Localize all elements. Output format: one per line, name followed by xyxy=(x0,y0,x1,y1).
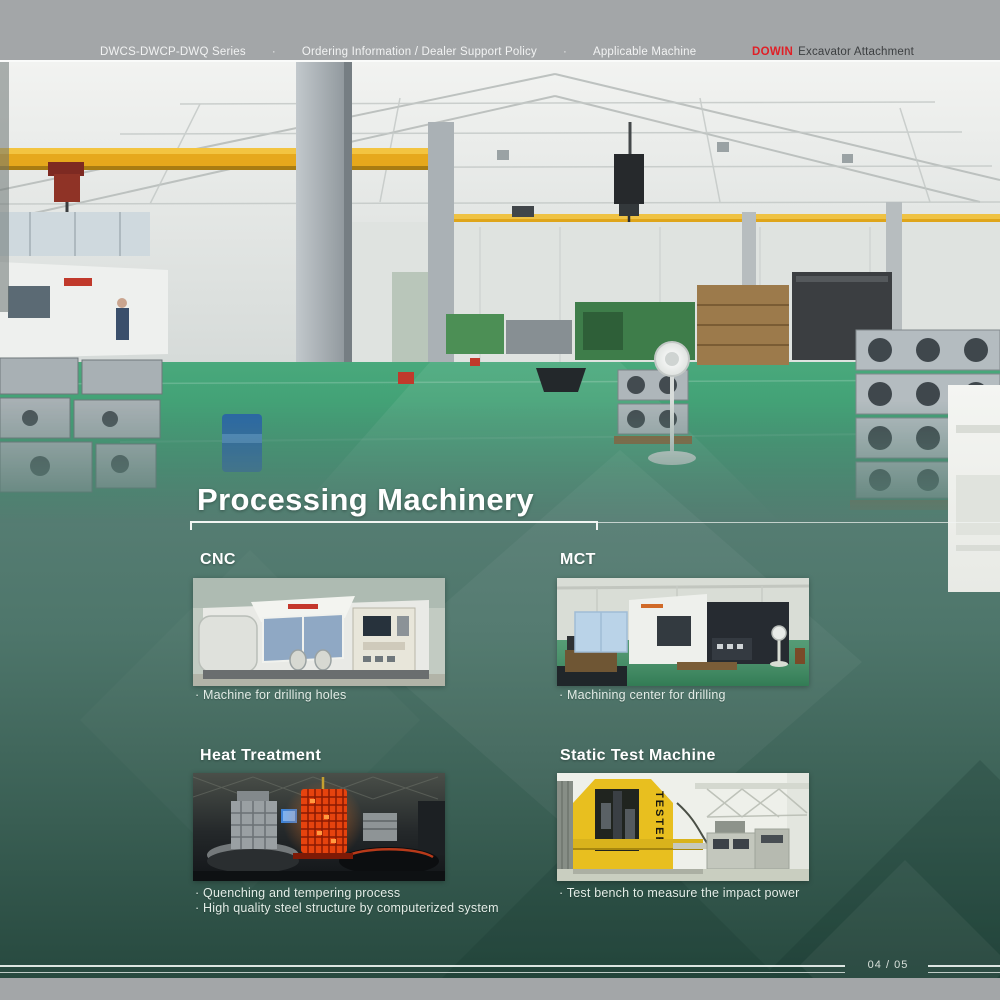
section-label-static-test: Static Test Machine xyxy=(560,747,716,765)
nav-item-machine: Applicable Machine xyxy=(593,46,696,58)
heat-treatment-caption-line2: · High quality steel structure by comput… xyxy=(195,901,499,916)
factory-photo xyxy=(0,62,1000,532)
right-panel-detail xyxy=(956,475,1000,535)
mct-photo-graphic xyxy=(557,578,809,686)
heat-treatment-caption: · Quenching and tempering process · High… xyxy=(195,886,499,916)
right-panel-graphic xyxy=(948,385,1000,592)
cnc-caption: · Machine for drilling holes xyxy=(195,688,347,703)
title-underline-tick xyxy=(190,521,192,530)
static-test-photo-graphic: TESTER xyxy=(557,773,809,881)
heat-treatment-photo-graphic xyxy=(193,773,445,881)
header-divider xyxy=(0,60,1000,62)
static-test-photo: TESTER xyxy=(557,773,809,881)
title-underline-extension xyxy=(598,522,1000,523)
right-panel-detail xyxy=(956,545,1000,551)
section-label-cnc: CNC xyxy=(200,551,236,569)
cnc-photo xyxy=(193,578,445,686)
brand-name: DOWIN xyxy=(752,46,793,58)
brand-lockup: DOWIN Excavator Attachment xyxy=(752,46,914,58)
footer-rule-right xyxy=(928,965,1000,973)
brochure-page: DWCS-DWCP-DWQ Series · Ordering Informat… xyxy=(0,0,1000,1000)
mct-photo xyxy=(557,578,809,686)
right-panel-detail xyxy=(956,425,1000,433)
section-label-heat-treatment: Heat Treatment xyxy=(200,747,321,765)
mct-caption: · Machining center for drilling xyxy=(559,688,726,703)
nav-separator: · xyxy=(563,46,567,58)
title-underline xyxy=(190,521,598,523)
nav-item-ordering: Ordering Information / Dealer Support Po… xyxy=(302,46,537,58)
header-nav: DWCS-DWCP-DWQ Series · Ordering Informat… xyxy=(100,44,914,60)
page-number: 04 / 05 xyxy=(850,959,926,971)
nav-separator: · xyxy=(272,46,276,58)
page-title: Processing Machinery xyxy=(197,482,534,518)
tester-lettering: TESTER xyxy=(653,791,665,846)
static-test-caption: · Test bench to measure the impact power xyxy=(559,886,800,901)
brand-suffix: Excavator Attachment xyxy=(798,46,914,58)
cnc-photo-graphic xyxy=(193,578,445,686)
heat-treatment-photo xyxy=(193,773,445,881)
nav-item-series: DWCS-DWCP-DWQ Series xyxy=(100,46,246,58)
footer-rule-left xyxy=(0,965,845,973)
factory-photo-graphic xyxy=(0,62,1000,532)
section-label-mct: MCT xyxy=(560,551,596,569)
heat-treatment-caption-line1: · Quenching and tempering process xyxy=(195,886,499,901)
